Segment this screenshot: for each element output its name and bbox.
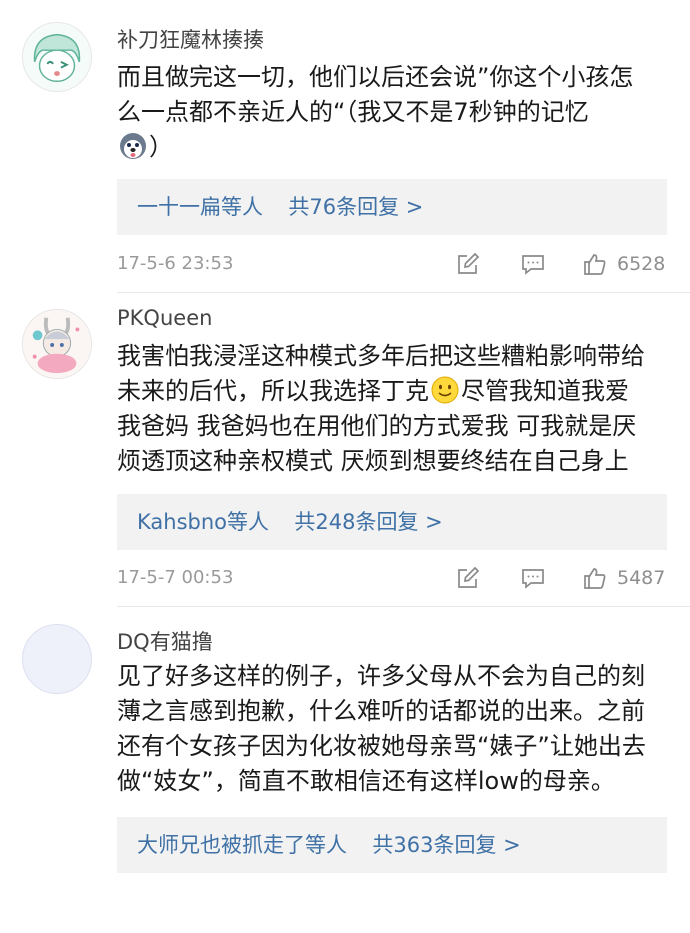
reply-count-link[interactable]: 共363条回复 > xyxy=(372,833,520,857)
comment-item: PKQueen 我害怕我浸淫这种模式多年后把这些糟粕影响带给 未来的后代，所以我… xyxy=(0,293,690,606)
comment-meta: 17-5-6 23:53 6528 xyxy=(117,249,670,279)
comment-line: 么一点都不亲近人的“（我又不是7秒钟的记忆 xyxy=(117,98,589,126)
comment-line-tail: 尽管我知道我爱 xyxy=(461,377,629,405)
comment-line: 我爸妈 我爸妈也在用他们的方式爱我 可我就是厌 xyxy=(117,412,637,440)
comment-line: 我害怕我浸淫这种模式多年后把这些糟粕影响带给 xyxy=(117,342,645,370)
comment-line: 未来的后代，所以我选择丁克 尽管我知道我爱 xyxy=(117,374,682,409)
avatar[interactable] xyxy=(22,22,92,92)
thumbs-up-icon[interactable] xyxy=(583,566,607,590)
comment-line: 烦透顶这种亲权模式 厌烦到想要终结在自己身上 xyxy=(117,447,629,475)
comment-meta: 17-5-7 00:53 5487 xyxy=(117,563,670,593)
reply-summary[interactable]: 大师兄也被抓走了等人 共363条回复 > xyxy=(117,817,667,873)
like-count: 5487 xyxy=(617,567,666,589)
comment-line: ） xyxy=(117,130,682,165)
comment-item: DQ有猫撸 见了好多这样的例子，许多父母从不会为自己的刻 薄之言感到抱歉，什么难… xyxy=(0,607,690,933)
reply-users[interactable]: 大师兄也被抓走了等人 xyxy=(137,833,347,857)
comment-text: 我害怕我浸淫这种模式多年后把这些糟粕影响带给 未来的后代，所以我选择丁克 尽管我知… xyxy=(117,339,682,479)
reply-summary[interactable]: 一十一扁等人 共76条回复 > xyxy=(117,179,667,235)
thumbs-up-icon[interactable] xyxy=(583,252,607,276)
comment-date: 17-5-6 23:53 xyxy=(117,253,234,274)
comment-date: 17-5-7 00:53 xyxy=(117,567,234,588)
comment-line-tail: ） xyxy=(149,133,173,161)
comment-line: 薄之言感到抱歉，什么难听的话都说的出来。之前 xyxy=(117,697,645,725)
comment-line-head: 未来的后代，所以我选择丁克 xyxy=(117,377,429,405)
comment-line: 还有个女孩子因为化妆被她母亲骂“婊子”让她出去 xyxy=(117,732,646,760)
reply-summary[interactable]: Kahsbno等人 共248条回复 > xyxy=(117,494,667,550)
comment-icon[interactable] xyxy=(521,252,545,276)
comment-line: 见了好多这样的例子，许多父母从不会为自己的刻 xyxy=(117,662,645,690)
reply-users[interactable]: Kahsbno等人 xyxy=(137,510,269,534)
husky-dog-icon xyxy=(120,133,146,159)
smile-emoji-icon xyxy=(431,376,459,404)
comment-text: 而且做完这一切，他们以后还会说”你这个小孩怎 么一点都不亲近人的“（我又不是7秒… xyxy=(117,60,682,165)
avatar[interactable] xyxy=(22,624,92,694)
reply-count-link[interactable]: 共76条回复 > xyxy=(288,195,423,219)
username[interactable]: DQ有猫撸 xyxy=(117,626,213,656)
like-count: 6528 xyxy=(617,253,666,275)
reply-count-link[interactable]: 共248条回复 > xyxy=(294,510,442,534)
comment-item: 补刀狂魔林揍揍 而且做完这一切，他们以后还会说”你这个小孩怎 么一点都不亲近人的… xyxy=(0,0,690,292)
username[interactable]: PKQueen xyxy=(117,306,212,330)
avatar[interactable] xyxy=(22,309,92,379)
comment-line: 做“妓女”，简直不敢相信还有这样low的母亲。 xyxy=(117,767,615,795)
comment-icon[interactable] xyxy=(521,566,545,590)
repost-icon[interactable] xyxy=(456,252,480,276)
comment-text: 见了好多这样的例子，许多父母从不会为自己的刻 薄之言感到抱歉，什么难听的话都说的… xyxy=(117,659,682,799)
username[interactable]: 补刀狂魔林揍揍 xyxy=(117,24,264,54)
comment-line: 而且做完这一切，他们以后还会说”你这个小孩怎 xyxy=(117,63,634,91)
repost-icon[interactable] xyxy=(456,566,480,590)
reply-users[interactable]: 一十一扁等人 xyxy=(137,195,263,219)
